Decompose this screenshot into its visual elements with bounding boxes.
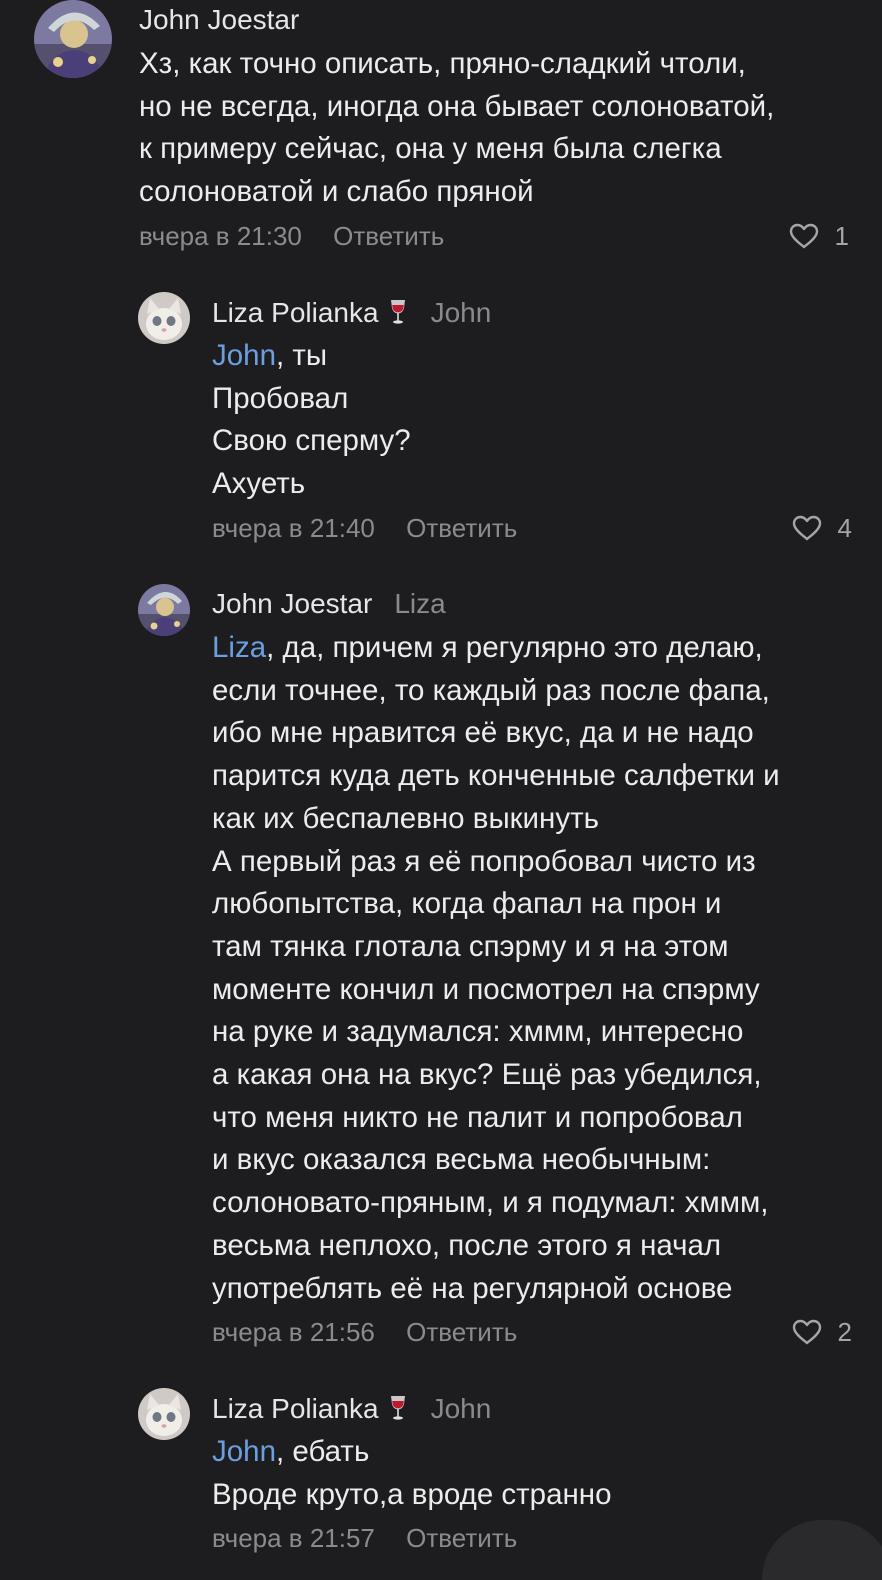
comment-header: John Joestar bbox=[139, 2, 859, 38]
mention-link[interactable]: John bbox=[212, 1435, 276, 1468]
comment-meta: вчера в 21:40 Ответить 4 bbox=[212, 506, 852, 550]
text-line: Пробовал bbox=[212, 381, 349, 415]
timestamp: вчера в 21:57 bbox=[212, 1523, 375, 1554]
comment-body: Liza Polianka John John, ты Пробовал Сво… bbox=[212, 294, 852, 550]
reply-button[interactable]: Ответить bbox=[406, 1317, 517, 1347]
comment-body: Liza Polianka John John, ебать Вроде кру… bbox=[212, 1390, 852, 1560]
like-button[interactable]: 4 bbox=[792, 506, 852, 550]
text-fragment: , да, причем я регулярно это делаю, bbox=[266, 631, 763, 664]
wine-glass-icon bbox=[390, 1396, 405, 1420]
reply-to-name[interactable]: John bbox=[431, 295, 492, 331]
heart-icon bbox=[789, 223, 818, 249]
mention-link[interactable]: John bbox=[212, 339, 276, 372]
avatar[interactable] bbox=[138, 1388, 190, 1440]
avatar[interactable] bbox=[138, 292, 190, 344]
text-line: Ахуеть bbox=[212, 467, 306, 501]
avatar[interactable] bbox=[138, 584, 190, 636]
comment-header: John Joestar Liza bbox=[212, 586, 852, 622]
text-line: Хз, как точно описать, пряно-сладкий что… bbox=[139, 47, 746, 80]
text-line: моменте кончил и посмотрел на спэрму bbox=[212, 972, 760, 1006]
author-name[interactable]: John Joestar bbox=[212, 586, 372, 622]
reply-button[interactable]: Ответить bbox=[333, 221, 444, 251]
comment-meta: вчера в 21:57 Ответить 4 bbox=[212, 1516, 852, 1560]
comment-header: Liza Polianka John bbox=[212, 294, 852, 330]
text-line: Вроде круто,а вроде странно bbox=[212, 1477, 612, 1511]
text-line: употреблять её на регулярной основе bbox=[212, 1271, 733, 1305]
text-fragment: , ебать bbox=[275, 1435, 370, 1468]
text-line: А первый раз я её попробовал чисто из bbox=[212, 844, 756, 878]
author-name[interactable]: Liza Polianka bbox=[212, 1391, 379, 1427]
text-line: любопытства, когда фапал на прон и bbox=[212, 887, 722, 921]
comment-reply: Liza Polianka John John, ты Пробовал Сво… bbox=[0, 292, 882, 552]
text-line: весьма неплохо, после этого я начал bbox=[212, 1228, 722, 1262]
reply-to-name[interactable]: John bbox=[431, 1391, 492, 1427]
text-line: что меня никто не палит и попробовал bbox=[212, 1100, 743, 1134]
comment-body: John Joestar Liza Liza, да, причем я рег… bbox=[212, 586, 852, 1354]
wine-glass-icon bbox=[390, 300, 405, 324]
text-line: если точнее, то каждый раз после фапа, bbox=[212, 673, 770, 707]
comment-text: Liza, да, причем я регулярно это делаю, … bbox=[212, 627, 852, 1310]
timestamp: вчера в 21:56 bbox=[212, 1317, 375, 1348]
text-line: но не всегда, иногда она бывает солонова… bbox=[139, 89, 775, 123]
comment-reply: John Joestar Liza Liza, да, причем я рег… bbox=[0, 584, 882, 1354]
like-button[interactable]: 2 bbox=[792, 1310, 852, 1354]
like-button[interactable]: 1 bbox=[789, 214, 849, 258]
text-line: ибо мне нравится её вкус, да и не надо bbox=[212, 716, 754, 750]
reply-button[interactable]: Ответить bbox=[406, 513, 517, 543]
text-line: там тянка глотала спэрму и я на этом bbox=[212, 929, 729, 963]
mention-link[interactable]: Liza bbox=[212, 631, 266, 664]
like-count: 2 bbox=[837, 1317, 852, 1348]
text-line: на руке и задумался: хммм, интересно bbox=[212, 1015, 744, 1049]
comment-text: John, ты Пробовал Свою сперму? Ахуеть bbox=[212, 335, 852, 506]
comment: John Joestar Хз, как точно описать, прян… bbox=[0, 0, 882, 260]
author-name[interactable]: Liza Polianka bbox=[212, 295, 379, 331]
text-line: а какая она на вкус? Ещё раз убедился, bbox=[212, 1058, 762, 1092]
like-count: 4 bbox=[837, 512, 852, 543]
comment-meta: вчера в 21:30 Ответить 1 bbox=[139, 214, 859, 258]
timestamp: вчера в 21:30 bbox=[139, 220, 302, 251]
heart-icon bbox=[792, 1320, 821, 1345]
comment-header: Liza Polianka John bbox=[212, 1390, 852, 1426]
comment-text: John, ебать Вроде круто,а вроде странно bbox=[212, 1431, 852, 1516]
text-line: Liza, да, причем я регулярно это делаю, bbox=[212, 627, 852, 670]
reply-to-name[interactable]: Liza bbox=[394, 586, 445, 622]
avatar[interactable] bbox=[34, 0, 112, 78]
text-line: солоноватой и слабо пряной bbox=[139, 175, 534, 209]
timestamp: вчера в 21:40 bbox=[212, 512, 375, 543]
text-line: и вкус оказался весьма необычным: bbox=[212, 1143, 711, 1177]
heart-icon bbox=[792, 515, 821, 541]
comment-reply: Liza Polianka John John, ебать Вроде кру… bbox=[0, 1388, 882, 1555]
comment-text: Хз, как точно описать, пряно-сладкий что… bbox=[139, 43, 859, 214]
text-line: к примеру сейчас, она у меня была слегка bbox=[139, 132, 722, 166]
like-count: 1 bbox=[834, 220, 849, 251]
author-name[interactable]: John Joestar bbox=[139, 2, 299, 38]
comment-meta: вчера в 21:56 Ответить 2 bbox=[212, 1310, 852, 1354]
text-line: Свою сперму? bbox=[212, 424, 411, 458]
text-line: парится куда деть конченные салфетки и bbox=[212, 759, 780, 793]
reply-button[interactable]: Ответить bbox=[406, 1523, 517, 1553]
text-line: John, ебать bbox=[212, 1431, 852, 1474]
comment-body: John Joestar Хз, как точно описать, прян… bbox=[139, 2, 859, 258]
text-line: John, ты bbox=[212, 335, 852, 378]
text-fragment: , ты bbox=[275, 339, 328, 372]
text-line: как их беспалевно выкинуть bbox=[212, 801, 599, 835]
text-line: солоновато-пряным, и я подумал: хммм, bbox=[212, 1186, 769, 1220]
